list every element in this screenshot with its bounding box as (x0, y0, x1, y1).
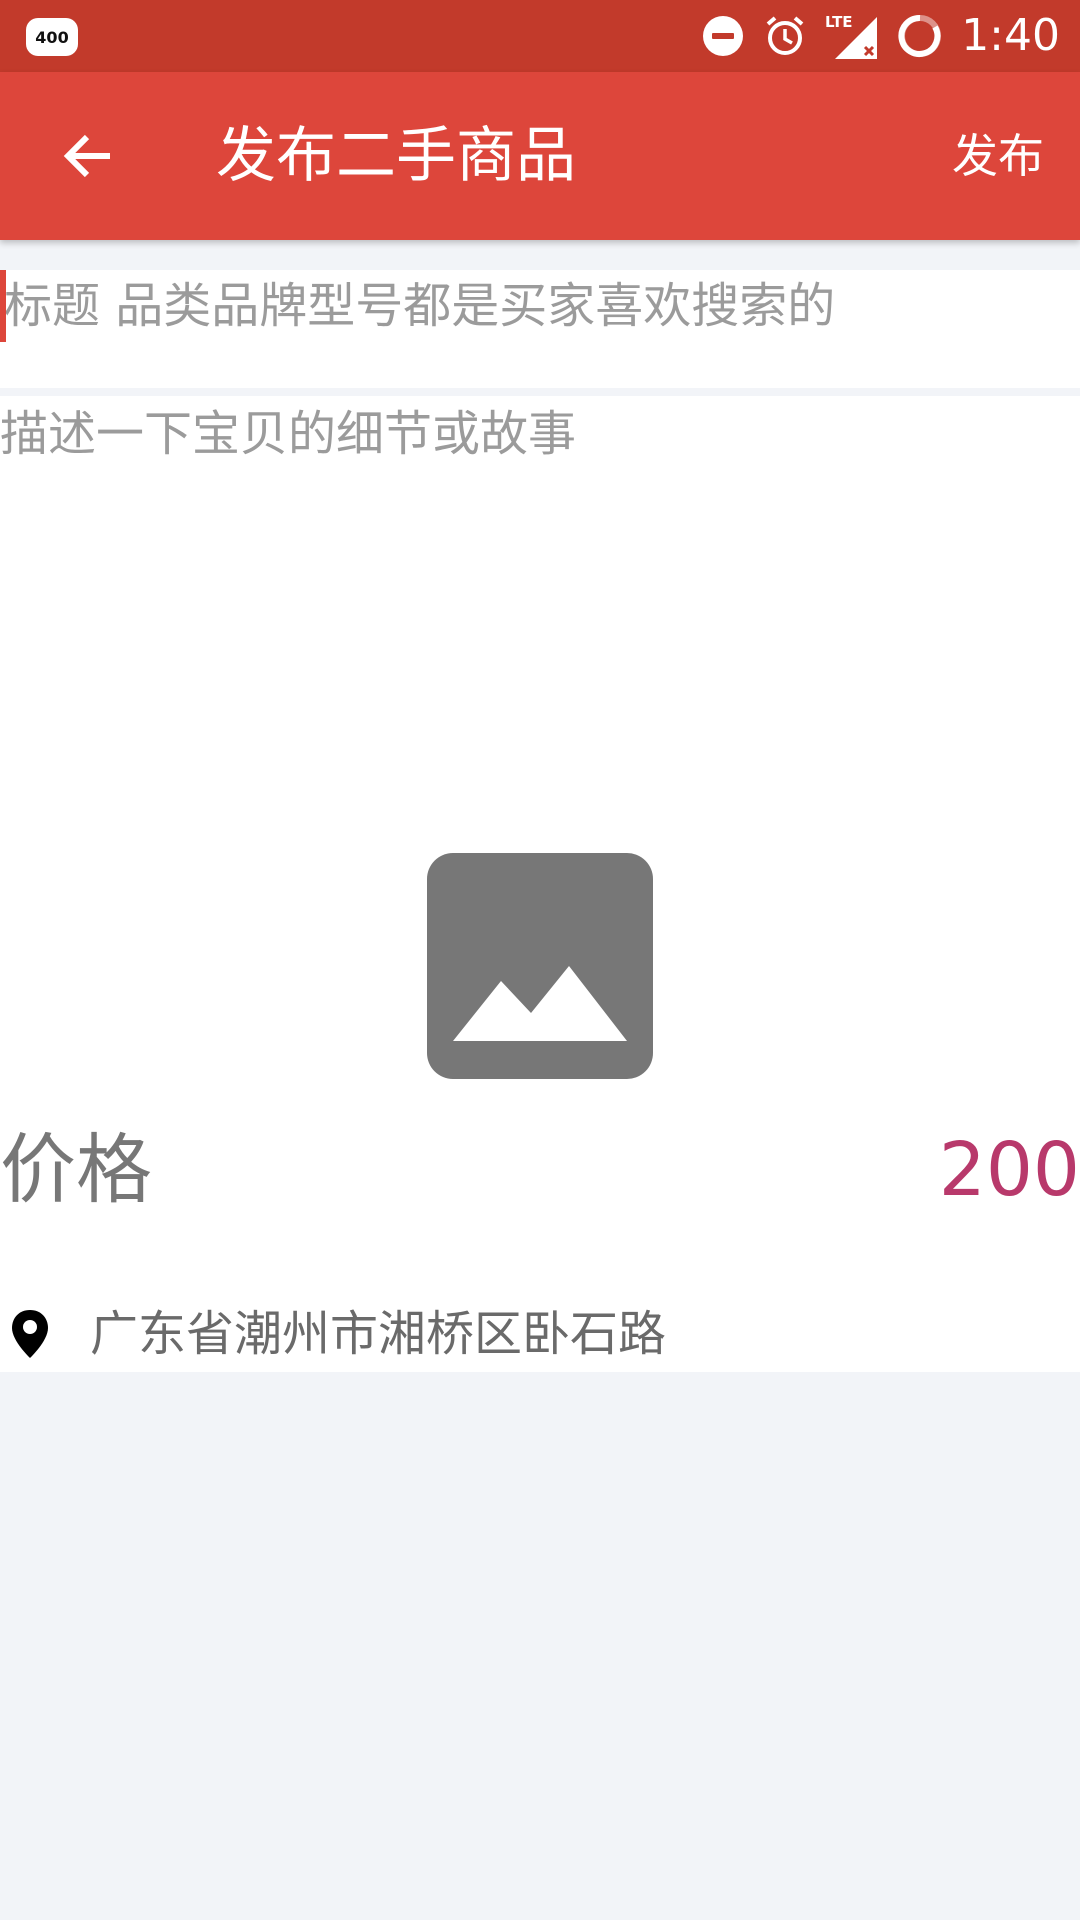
back-button[interactable] (52, 120, 124, 192)
location-text: 广东省潮州市湘桥区卧石路 (90, 1306, 667, 1362)
price-row[interactable]: 价格 200 (0, 1120, 1080, 1220)
text-cursor (0, 270, 6, 342)
do-not-disturb-icon (701, 14, 745, 58)
status-time: 1:40 (961, 10, 1060, 61)
battery-charging-icon (897, 13, 943, 59)
alarm-icon (763, 14, 807, 58)
location-pin-icon (10, 1308, 50, 1364)
add-image-button[interactable] (427, 853, 653, 1079)
title-field (0, 270, 1080, 388)
description-input[interactable] (0, 396, 1060, 816)
page-title: 发布二手商品 (216, 121, 576, 191)
svg-text:LTE: LTE (825, 13, 853, 31)
image-placeholder-icon (453, 966, 627, 1041)
price-value: 200 (938, 1127, 1080, 1213)
title-input[interactable] (0, 270, 1064, 342)
location-row[interactable]: 广东省潮州市湘桥区卧石路 (0, 1300, 1080, 1372)
publish-button[interactable]: 发布 (952, 128, 1044, 184)
back-arrow-icon (63, 134, 110, 178)
lte-signal-icon: LTE (825, 11, 879, 61)
status-notification-badge: 400 (26, 18, 78, 56)
status-icons: LTE 1:40 (701, 0, 1060, 72)
status-bar: 400 LTE 1:40 (0, 0, 1080, 72)
price-label: 价格 (0, 1125, 152, 1214)
app-bar: 发布二手商品 发布 (0, 72, 1080, 240)
